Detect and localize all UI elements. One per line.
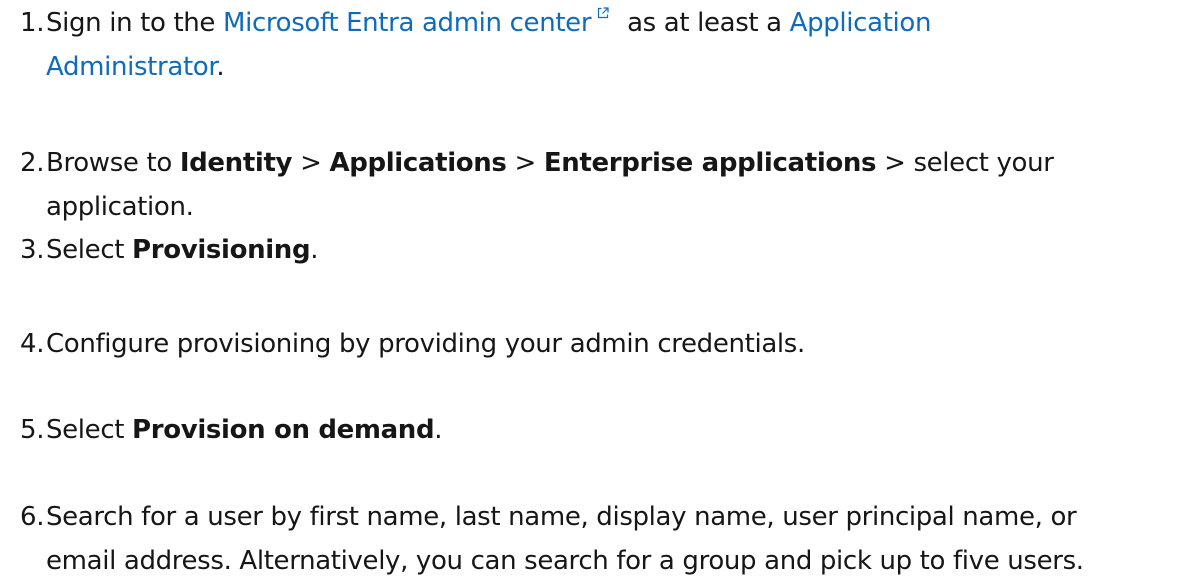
step-text: Select — [46, 235, 133, 265]
step-number: 5. — [20, 415, 45, 445]
step-number: 2. — [20, 148, 45, 178]
step-text: . — [434, 415, 443, 445]
step-text: . — [310, 235, 319, 265]
step-number: 6. — [20, 502, 45, 532]
step-3-line-1: 3.Select Provisioning. — [20, 228, 1180, 272]
step-3: 3.Select Provisioning. — [20, 228, 1180, 272]
ui-term-enterprise-applications: Enterprise applications — [543, 148, 877, 178]
step-text: . — [216, 52, 225, 82]
step-text: > — [506, 148, 544, 178]
step-6: 6.Search for a user by first name, last … — [20, 495, 1180, 583]
step-text: Sign in to the — [46, 8, 223, 38]
application-administrator-link-continued[interactable]: Administrator — [46, 52, 217, 82]
step-4: 4.Configure provisioning by providing yo… — [20, 322, 1180, 366]
step-2-line-2: application. — [46, 192, 194, 222]
ui-term-identity: Identity — [179, 148, 293, 178]
ui-term-provision-on-demand: Provision on demand — [132, 415, 435, 445]
step-text: > — [292, 148, 330, 178]
step-number: 3. — [20, 235, 45, 265]
step-2-line-1: 2.Browse to Identity > Applications > En… — [20, 141, 1180, 185]
step-1: 1.Sign in to the Microsoft Entra admin c… — [20, 1, 1180, 89]
ui-term-applications: Applications — [329, 148, 507, 178]
step-text: as at least a — [619, 8, 790, 38]
step-5: 5.Select Provision on demand. — [20, 408, 1180, 452]
application-administrator-link[interactable]: Application — [790, 8, 932, 38]
entra-admin-center-link[interactable]: Microsoft Entra admin center — [223, 8, 592, 38]
external-link-icon[interactable] — [597, 7, 609, 19]
step-1-line-2: Administrator. — [20, 45, 1180, 89]
step-text: Search for a user by first name, last na… — [46, 502, 1077, 532]
step-text: Browse to — [46, 148, 180, 178]
step-text: > select your — [876, 148, 1054, 178]
step-6-line-2: email address. Alternatively, you can se… — [46, 546, 1084, 576]
step-1-line-1: 1.Sign in to the Microsoft Entra admin c… — [20, 1, 1180, 45]
step-5-line-1: 5.Select Provision on demand. — [20, 408, 1180, 452]
step-number: 1. — [20, 8, 45, 38]
step-2: 2.Browse to Identity > Applications > En… — [20, 141, 1180, 229]
step-text: Select — [46, 415, 133, 445]
step-6-line-1: 6.Search for a user by first name, last … — [20, 495, 1180, 539]
step-text: Configure provisioning by providing your… — [46, 329, 805, 359]
step-number: 4. — [20, 329, 45, 359]
ui-term-provisioning: Provisioning — [132, 235, 311, 265]
step-4-line-1: 4.Configure provisioning by providing yo… — [20, 322, 1180, 366]
